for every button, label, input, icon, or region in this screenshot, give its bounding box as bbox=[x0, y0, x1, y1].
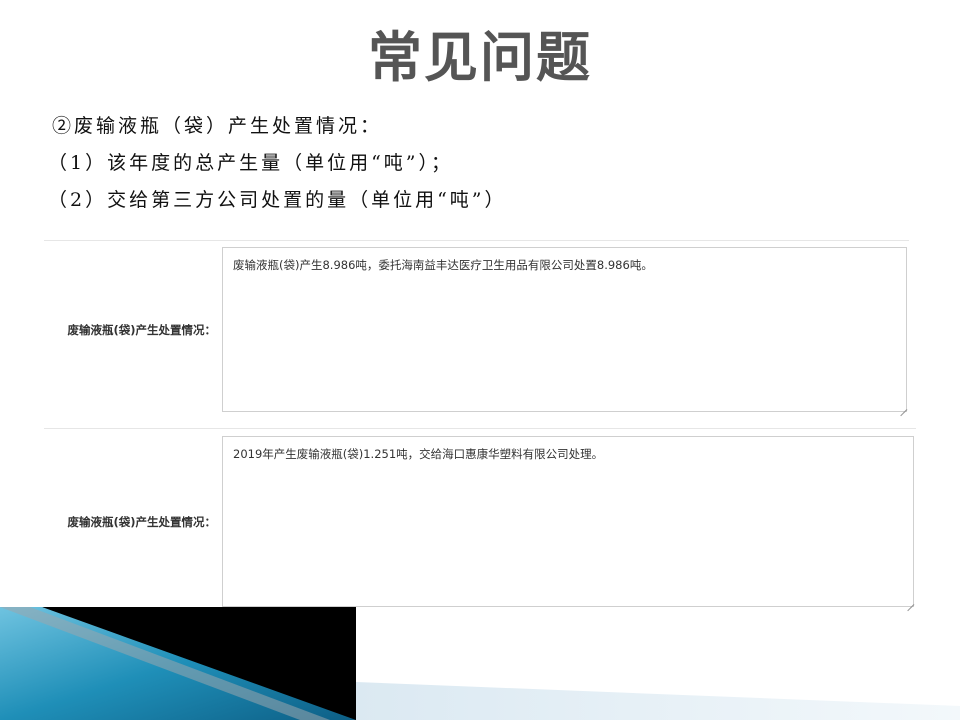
disposal-label: 废输液瓶(袋)产生处置情况： bbox=[67, 515, 216, 529]
form-label-cell: 废输液瓶(袋)产生处置情况： bbox=[44, 429, 220, 609]
slide-title: 常见问题 bbox=[368, 26, 592, 89]
disposal-label: 废输液瓶(袋)产生处置情况： bbox=[67, 323, 216, 337]
deco-black-block bbox=[42, 607, 356, 720]
intro-text: ②废输液瓶（袋）产生处置情况： （1）该年度的总产生量（单位用“吨”）； （2）… bbox=[48, 108, 912, 219]
deco-blue-wedge bbox=[0, 607, 356, 720]
deco-grey-stripe bbox=[0, 607, 330, 720]
form-screenshot-2: 废输液瓶(袋)产生处置情况： 2019年产生废输液瓶(袋)1.251吨，交给海口… bbox=[44, 428, 916, 609]
intro-heading: ②废输液瓶（袋）产生处置情况： bbox=[52, 115, 383, 137]
resize-grip-icon[interactable] bbox=[906, 597, 914, 605]
disposal-textarea[interactable]: 废输液瓶(袋)产生8.986吨，委托海南益丰达医疗卫生用品有限公司处置8.986… bbox=[222, 247, 907, 412]
form-screenshot-1: 废输液瓶(袋)产生处置情况： 废输液瓶(袋)产生8.986吨，委托海南益丰达医疗… bbox=[44, 240, 909, 414]
form-label-cell: 废输液瓶(袋)产生处置情况： bbox=[44, 241, 220, 414]
intro-item-2: （2）交给第三方公司处置的量（单位用“吨”） bbox=[48, 189, 507, 211]
intro-item-1: （1）该年度的总产生量（单位用“吨”）； bbox=[48, 152, 454, 174]
disposal-textarea[interactable]: 2019年产生废输液瓶(袋)1.251吨，交给海口惠康华塑料有限公司处理。 bbox=[222, 436, 914, 607]
deco-light-band bbox=[356, 682, 960, 720]
resize-grip-icon[interactable] bbox=[899, 402, 907, 410]
